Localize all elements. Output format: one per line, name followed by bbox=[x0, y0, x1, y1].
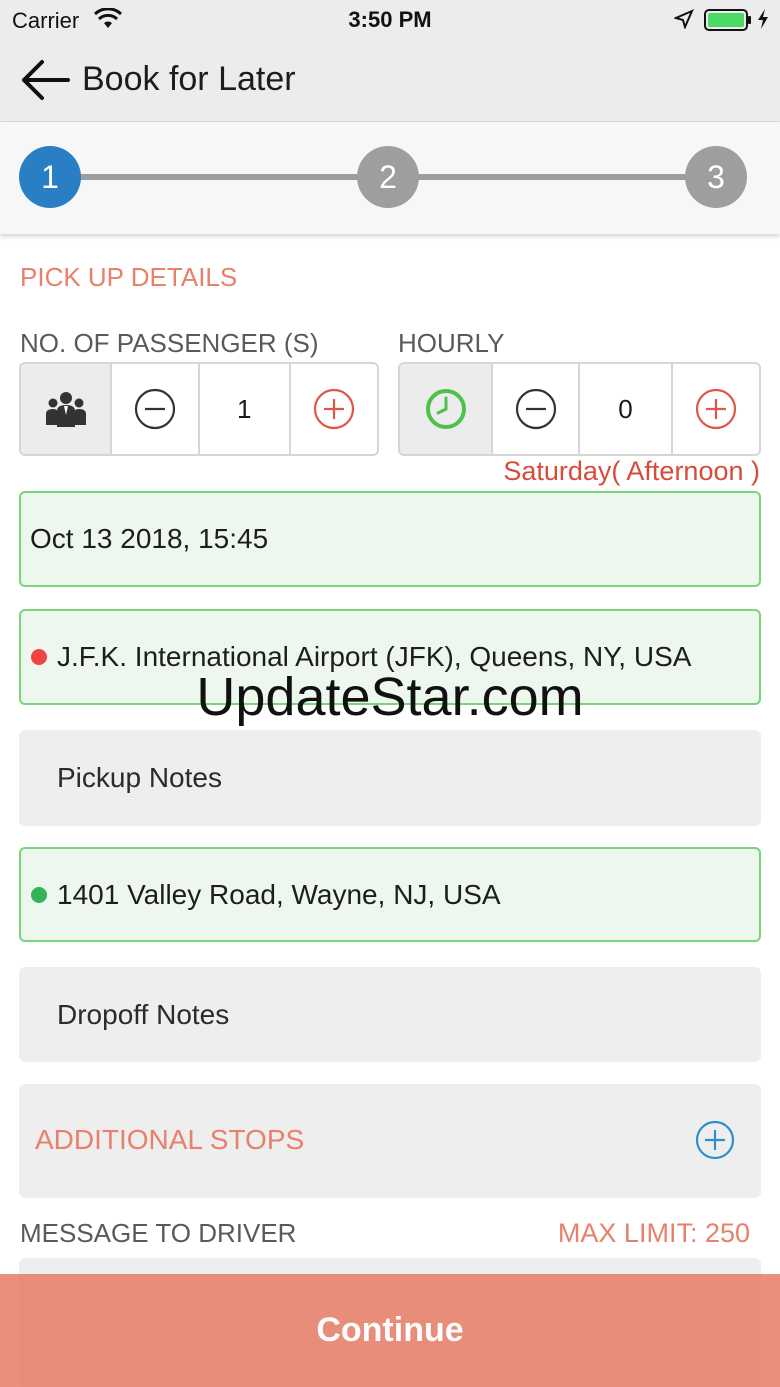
day-period-note: Saturday( Afternoon ) bbox=[503, 456, 760, 486]
step-connector bbox=[78, 174, 360, 180]
minus-circle-icon bbox=[135, 388, 176, 430]
location-arrow-icon bbox=[673, 9, 694, 34]
page-title: Book for Later bbox=[82, 60, 296, 98]
plus-circle-icon bbox=[695, 388, 737, 430]
hourly-stepper: 0 bbox=[398, 362, 761, 456]
passengers-increment-button[interactable] bbox=[291, 364, 378, 454]
status-time: 3:50 PM bbox=[348, 7, 432, 32]
step-connector bbox=[416, 174, 688, 180]
watermark: UpdateStar.com bbox=[196, 667, 584, 727]
back-button[interactable] bbox=[18, 58, 74, 102]
pickup-notes-input[interactable]: Pickup Notes bbox=[19, 730, 761, 826]
hourly-label: HOURLY bbox=[398, 328, 505, 358]
nav-bar: Book for Later bbox=[0, 40, 780, 122]
hourly-increment-button[interactable] bbox=[673, 364, 759, 454]
passengers-value: 1 bbox=[200, 364, 291, 454]
continue-button[interactable]: Continue bbox=[0, 1274, 780, 1387]
progress-stepper: 1 2 3 bbox=[0, 122, 780, 234]
add-stop-button[interactable] bbox=[695, 1120, 735, 1165]
arrow-left-icon bbox=[22, 60, 70, 100]
passenger-stepper: 1 bbox=[19, 362, 379, 456]
additional-stops-row: ADDITIONAL STOPS bbox=[19, 1084, 761, 1198]
dropoff-address-value: 1401 Valley Road, Wayne, NJ, USA bbox=[57, 878, 501, 910]
hourly-decrement-button[interactable] bbox=[493, 364, 580, 454]
pickup-notes-placeholder: Pickup Notes bbox=[57, 762, 222, 793]
additional-stops-label: ADDITIONAL STOPS bbox=[35, 1124, 305, 1155]
clock-icon bbox=[400, 364, 493, 454]
pickup-datetime-field[interactable]: Oct 13 2018, 15:45 bbox=[19, 491, 761, 587]
hourly-value: 0 bbox=[580, 364, 673, 454]
status-bar: Carrier 3:50 PM bbox=[0, 0, 780, 40]
plus-circle-icon bbox=[695, 1120, 735, 1160]
plus-circle-icon bbox=[313, 388, 354, 430]
dropoff-dot-icon bbox=[31, 886, 47, 903]
section-title-pickup: PICK UP DETAILS bbox=[20, 262, 238, 292]
minus-circle-icon bbox=[515, 388, 556, 430]
max-limit-label: MAX LIMIT: 250 bbox=[557, 1218, 750, 1248]
pickup-datetime-value: Oct 13 2018, 15:45 bbox=[30, 523, 269, 554]
dropoff-address-field[interactable]: 1401 Valley Road, Wayne, NJ, USA bbox=[19, 847, 761, 942]
passengers-label: NO. OF PASSENGER (S) bbox=[20, 328, 319, 358]
charging-bolt-icon bbox=[756, 8, 770, 35]
step-2[interactable]: 2 bbox=[357, 146, 419, 208]
battery-icon bbox=[704, 9, 752, 36]
message-to-driver-label: MESSAGE TO DRIVER bbox=[20, 1218, 297, 1248]
step-1[interactable]: 1 bbox=[19, 146, 81, 208]
step-3[interactable]: 3 bbox=[685, 146, 747, 208]
dropoff-notes-placeholder: Dropoff Notes bbox=[57, 998, 230, 1030]
passengers-decrement-button[interactable] bbox=[112, 364, 200, 454]
dropoff-notes-input[interactable]: Dropoff Notes bbox=[19, 967, 761, 1062]
passengers-icon bbox=[21, 364, 113, 454]
pickup-dot-icon bbox=[31, 649, 47, 665]
